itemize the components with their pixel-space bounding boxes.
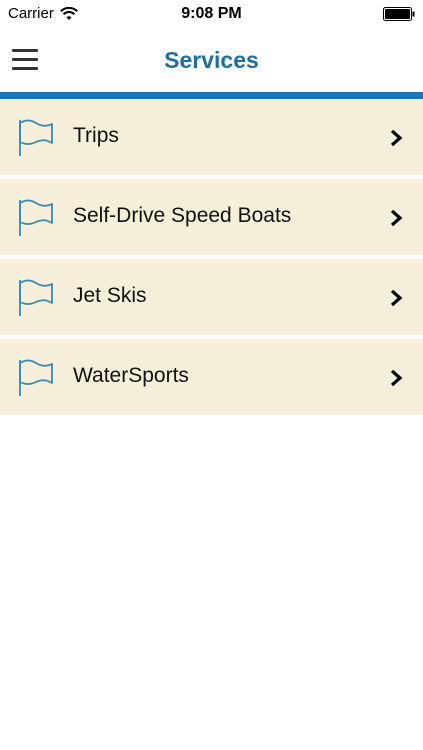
chevron-right-icon: [390, 369, 403, 387]
flag-icon: [19, 199, 53, 236]
flag-icon: [19, 279, 53, 316]
list-item-jet-skis[interactable]: Jet Skis: [0, 259, 423, 335]
battery-icon: [383, 7, 415, 21]
flag-icon: [19, 359, 53, 396]
list-item-label: Self-Drive Speed Boats: [73, 204, 292, 227]
flag-icon: [19, 119, 53, 156]
list-item-trips[interactable]: Trips: [0, 99, 423, 175]
chevron-right-icon: [390, 129, 403, 147]
status-time: 9:08 PM: [181, 5, 242, 22]
navigation-bar: Services: [0, 28, 423, 92]
status-bar: Carrier 9:08 PM: [0, 0, 423, 28]
list-item-label: Jet Skis: [73, 284, 147, 307]
nav-accent-bar: [0, 92, 423, 99]
chevron-right-icon: [390, 209, 403, 227]
list-item-self-drive-speed-boats[interactable]: Self-Drive Speed Boats: [0, 179, 423, 255]
list-item-label: WaterSports: [73, 364, 189, 387]
list-item-watersports[interactable]: WaterSports: [0, 339, 423, 415]
services-list: Trips Self-Drive Speed Boats Jet Skis Wa…: [0, 99, 423, 415]
list-item-label: Trips: [73, 124, 119, 147]
chevron-right-icon: [390, 289, 403, 307]
page-title: Services: [164, 47, 259, 73]
